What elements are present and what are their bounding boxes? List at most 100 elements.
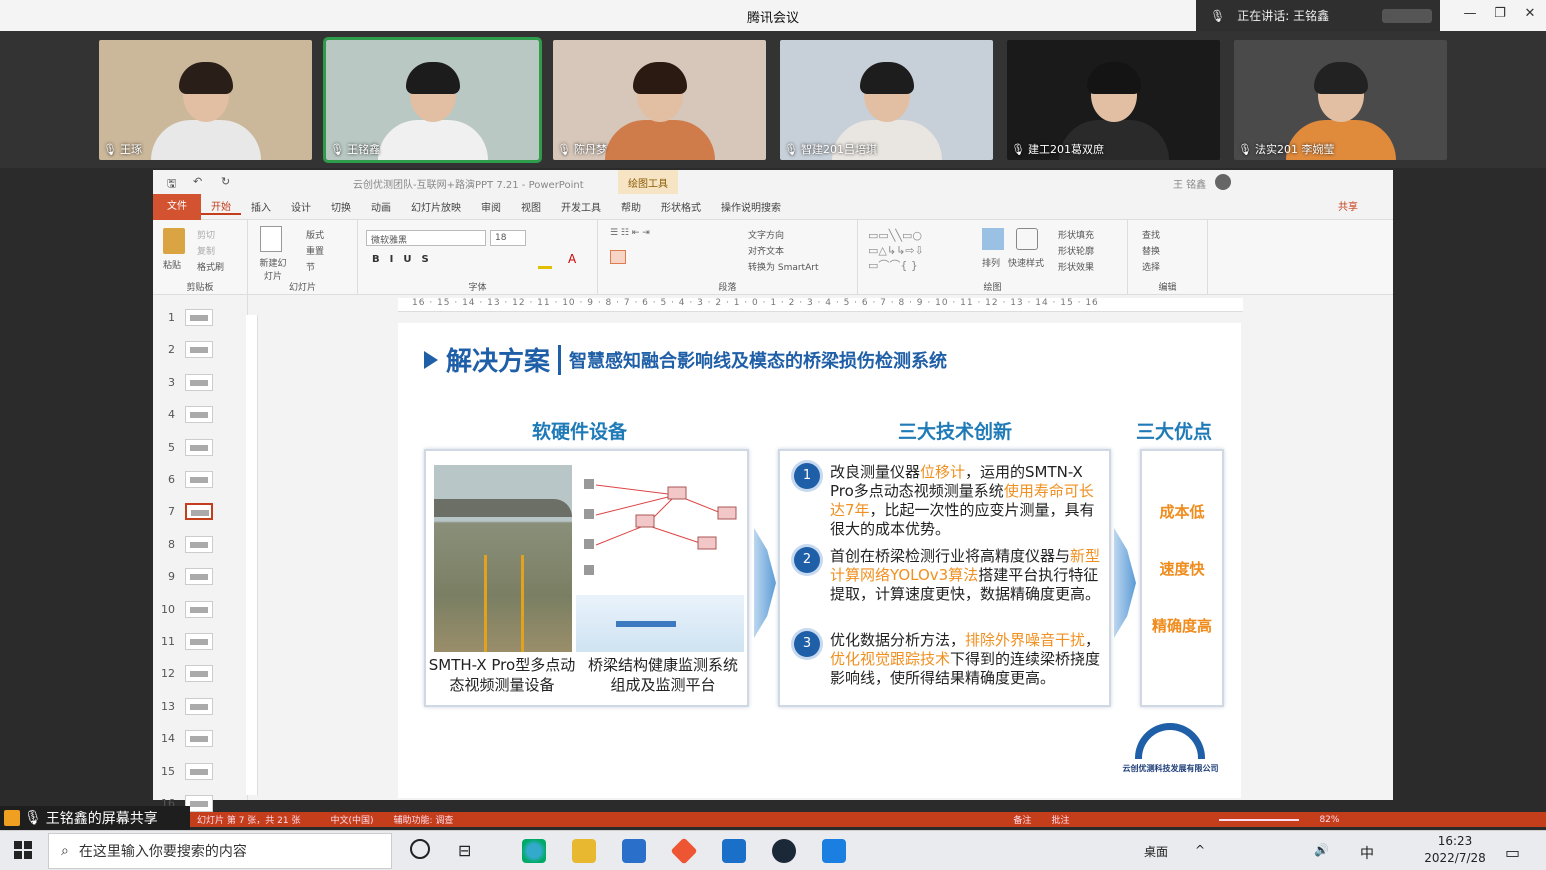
restore-button[interactable]: ❐ [1490,6,1510,21]
quick-styles-button[interactable]: 快速样式 [1008,256,1044,269]
app-icon[interactable] [670,837,698,865]
paste-icon[interactable] [163,228,185,254]
video-tile[interactable]: 🎙 王琢 [99,40,312,160]
save-icon[interactable]: 🖫 [167,175,176,194]
video-tile[interactable]: 🎙 建工201葛双庶 [1007,40,1220,160]
slide-thumbnail[interactable]: 5 [161,438,213,456]
font-size-select[interactable]: 18 [490,230,526,246]
ribbon-tab[interactable]: 开始 [201,198,241,215]
shapes-gallery[interactable]: ▭▭╲╲▭○ ▭△↳↳⇨⇩ ▭⌒⌒{ } [868,228,968,272]
ribbon-tab[interactable]: 文件 [153,193,201,220]
ribbon-tab[interactable]: 操作说明搜索 [711,199,791,214]
taskbar-search[interactable]: ⌕ 在这里输入你要搜索的内容 [48,833,392,869]
clock[interactable]: 16:23 2022/7/28 [1410,833,1500,867]
video-tile[interactable]: 🎙 法实201 李婉莹 [1234,40,1447,160]
replace-button[interactable]: 替换 [1142,244,1160,257]
slide-thumbnail[interactable]: 10 [161,600,213,618]
align-text-button[interactable]: 对齐文本 [748,244,784,257]
windows-start-icon[interactable] [14,841,32,859]
accessibility-status[interactable]: 辅助功能: 调查 [394,813,454,826]
shape-fill-button[interactable]: 形状填充 [1058,228,1094,241]
shape-outline-button[interactable]: 形状轮廓 [1058,244,1094,257]
slide-thumbnail[interactable]: 9 [161,568,213,586]
comments-button[interactable]: 批注 [1051,813,1069,826]
quick-styles-icon[interactable] [1016,228,1038,250]
ime-indicator[interactable]: 中 [1360,843,1374,863]
paste-button[interactable]: 粘贴 [163,258,181,271]
ribbon-tab[interactable]: 审阅 [471,199,511,214]
desktop-label[interactable]: 桌面 [1144,843,1168,860]
slide-thumbnail[interactable]: 7 [161,503,213,521]
slide-thumbnail[interactable]: 2 [161,341,213,359]
video-tile[interactable]: 🎙 智建201吕培琪 [780,40,993,160]
slide-thumbnail[interactable]: 12 [161,665,213,683]
video-tile[interactable]: 🎙 陈丹梦 [553,40,766,160]
notes-button[interactable]: 备注 [1013,813,1031,826]
ribbon-tab[interactable]: 设计 [281,199,321,214]
smartart-button[interactable]: 转换为 SmartArt [748,260,818,273]
align-left-icon[interactable] [610,250,626,264]
shape-effects-button[interactable]: 形状效果 [1058,260,1094,273]
steam-icon[interactable] [772,839,796,863]
avatar[interactable] [1215,174,1231,190]
font-color-icon[interactable]: A [568,252,576,266]
task-view-icon[interactable]: ⊟ [458,841,471,860]
ribbon-tab[interactable]: 切换 [321,199,361,214]
ribbon-tab[interactable]: 动画 [361,199,401,214]
slide-canvas[interactable]: 解决方案 智慧感知融合影响线及模态的桥梁损伤检测系统 软硬件设备 三大技术创新 … [398,323,1241,798]
section-button[interactable]: 节 [306,260,315,273]
layout-button[interactable]: 版式 [306,228,324,241]
minimize-button[interactable]: — [1460,6,1480,21]
ribbon-tab[interactable]: 插入 [241,199,281,214]
arrange-icon[interactable] [982,228,1004,250]
arrange-button[interactable]: 排列 [982,256,1000,269]
video-tile[interactable]: 🎙 王铭鑫 [323,37,542,163]
cut-button[interactable]: 剪切 [197,228,215,241]
format-painter-button[interactable]: 格式刷 [197,260,224,273]
text-direction-button[interactable]: 文字方向 [748,228,784,241]
advantages-panel[interactable]: 成本低 速度快 精确度高 [1140,449,1224,707]
font-name-select[interactable]: 微软雅黑 [366,230,486,246]
find-button[interactable]: 查找 [1142,228,1160,241]
slide-thumbnail[interactable]: 1 [161,309,213,326]
slide-thumbnail[interactable]: 6 [161,471,213,488]
hardware-panel[interactable]: SMTH-X Pro型多点动态视频测量设备 桥梁结构健康监测系统组成及监测平台 [424,449,749,707]
select-button[interactable]: 选择 [1142,260,1160,273]
slide-thumbnail[interactable]: 11 [161,633,213,650]
notification-icon[interactable]: ▭ [1505,843,1520,862]
new-slide-button[interactable]: 新建幻灯片 [256,256,290,282]
app-icon[interactable] [722,839,746,863]
slide-thumbnail[interactable]: 15 [161,762,213,780]
ribbon-tab[interactable]: 幻灯片放映 [401,199,471,214]
store-icon[interactable] [622,839,646,863]
redo-icon[interactable]: ↻ [221,175,230,188]
slide-thumbnail[interactable]: 14 [161,730,213,748]
font-format-buttons[interactable]: BIUS [372,254,439,265]
file-explorer-icon[interactable] [572,839,596,863]
language-indicator[interactable]: 中文(中国) [330,813,373,826]
highlight-icon[interactable] [538,266,552,269]
ribbon-tab[interactable]: 形状格式 [651,199,711,214]
slide-thumbnail[interactable]: 8 [161,535,213,553]
ribbon-tab[interactable]: 开发工具 [551,199,611,214]
slide-thumbnail[interactable]: 4 [161,406,213,424]
slide-thumbnail[interactable]: 13 [161,697,213,715]
bullets-icon[interactable]: ☰ ☷ ⇤ ⇥ [610,228,650,238]
undo-icon[interactable]: ↶ [193,175,202,188]
zoom-level[interactable]: 82% [1319,815,1339,825]
zoom-slider[interactable] [1219,818,1300,821]
copy-button[interactable]: 复制 [197,244,215,257]
innovation-panel[interactable]: 1 改良测量仪器位移计，运用的SMTN-X Pro多点动态视频测量系统使用寿命可长… [778,449,1111,707]
reset-button[interactable]: 重置 [306,244,324,257]
new-slide-icon[interactable] [260,226,282,252]
slide-thumbnail[interactable]: 3 [161,373,213,391]
edge-icon[interactable] [522,839,546,863]
ribbon-tab[interactable]: 视图 [511,199,551,214]
close-button[interactable]: ✕ [1520,6,1540,21]
cortana-icon[interactable] [410,839,430,859]
share-button[interactable]: 共享 [1338,198,1358,213]
meeting-app-icon[interactable] [822,839,846,863]
tray-overflow-icon[interactable]: ^ [1195,843,1205,857]
ribbon-tab[interactable]: 帮助 [611,199,651,214]
volume-icon[interactable]: 🔊 [1314,843,1329,857]
